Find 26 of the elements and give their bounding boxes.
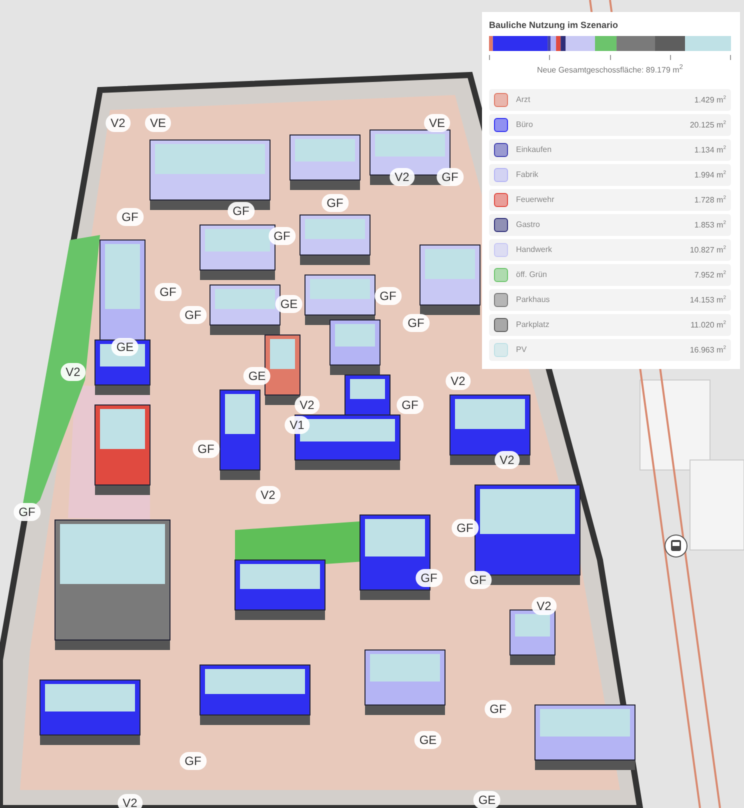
usage-area: 20.125 m$^{2}$	[690, 120, 726, 130]
usage-area: 16.963 m$^{2}$	[690, 344, 726, 354]
usage-name: Büro	[516, 120, 534, 130]
usage-name: Feuerwehr	[516, 195, 556, 204]
usage-name: Einkaufen	[516, 145, 553, 154]
usage-name: PV	[516, 345, 528, 354]
usage-area: 14.153 m$^{2}$	[690, 294, 726, 304]
total-floor-area: Neue Gesamtgeschossfläche: 89.179 m$^{2}$	[489, 64, 731, 75]
usage-name: Handwerk	[516, 245, 554, 254]
usage-area: 1.994 m$^{2}$	[694, 170, 726, 180]
usage-area: 1.728 m$^{2}$	[694, 194, 726, 204]
usage-area: 7.952 m$^{2}$	[694, 270, 726, 280]
usage-area: 10.827 m$^{2}$	[690, 244, 726, 254]
usage-name: Parkplatz	[516, 320, 550, 330]
bus-stop-icon	[664, 534, 688, 558]
legend-title: Bauliche Nutzung im Szenario	[489, 20, 620, 30]
usage-area: 1.853 m$^{2}$	[694, 220, 726, 230]
usage-area: 1.134 m$^{2}$	[694, 144, 726, 154]
map-label: V2	[118, 794, 142, 808]
usage-name: Parkhaus	[516, 295, 551, 304]
usage-name: Gastro	[516, 220, 542, 230]
usage-area: 1.429 m$^{2}$	[694, 94, 726, 104]
usage-name: Arzt	[516, 95, 532, 104]
usage-name: Fabrik	[516, 170, 540, 180]
usage-area: 11.020 m$^{2}$	[690, 320, 726, 330]
usage-name: öff. Grün	[516, 270, 548, 280]
